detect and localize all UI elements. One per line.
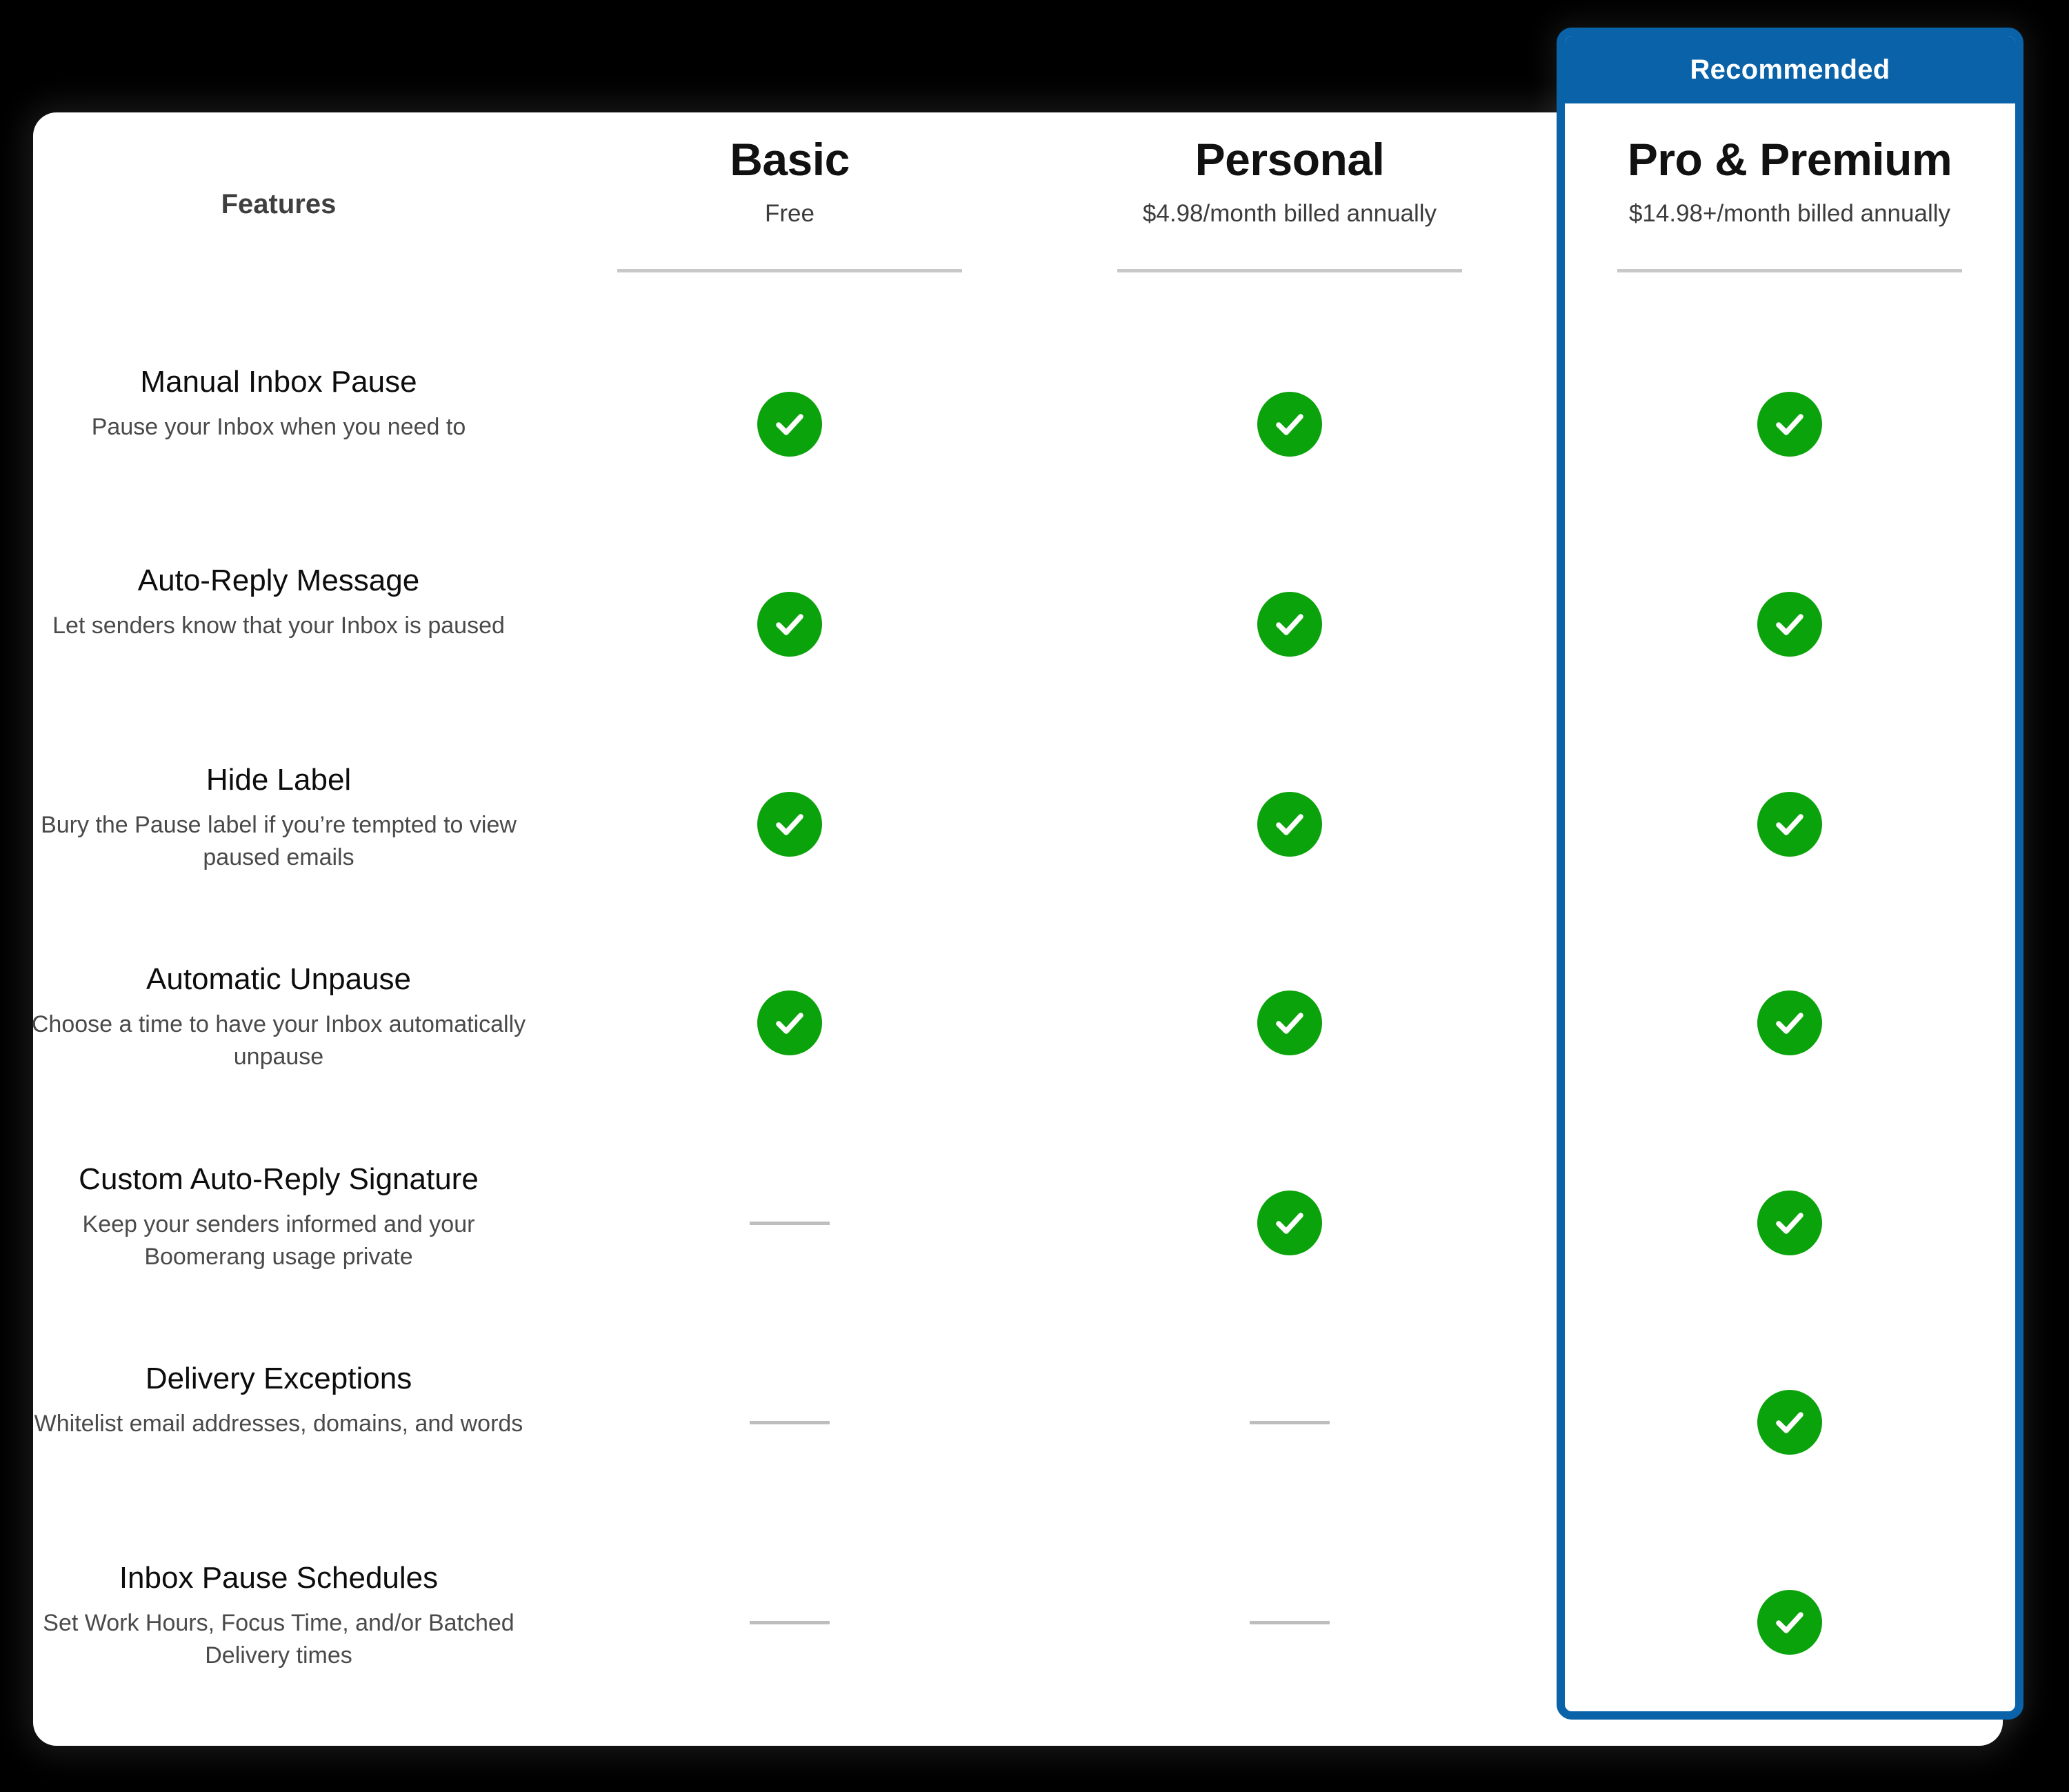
recommended-banner: Recommended (1565, 36, 2015, 103)
pricing-comparison-screen: Recommended Features Basic Free Personal… (0, 0, 2069, 1792)
recommended-banner-label: Recommended (1690, 54, 1890, 85)
recommended-plan-card[interactable]: Recommended (1557, 28, 2023, 1720)
